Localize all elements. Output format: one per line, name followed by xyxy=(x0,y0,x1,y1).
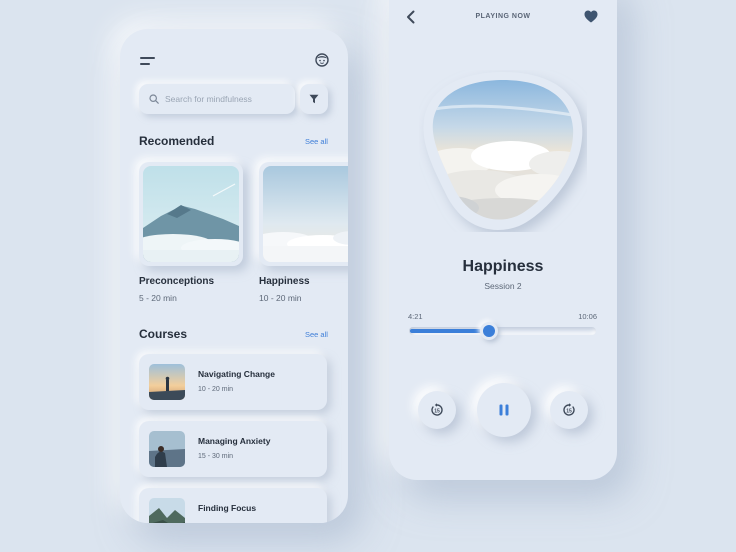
search-input[interactable] xyxy=(165,91,289,107)
progress-knob[interactable] xyxy=(480,322,499,340)
courses-see-all-link[interactable]: See all xyxy=(305,330,328,339)
happiness-card-duration: 10 - 20 min xyxy=(259,293,302,303)
course-item-managing-anxiety[interactable]: Managing Anxiety 15 - 30 min xyxy=(139,421,327,477)
navigating-change-title: Navigating Change xyxy=(198,369,275,379)
rewind-15-icon: 15 xyxy=(431,403,443,416)
forward-button[interactable]: 15 xyxy=(550,391,588,429)
courses-heading: Courses xyxy=(139,327,188,341)
happiness-image xyxy=(263,166,348,262)
course-item-navigating-change[interactable]: Navigating Change 10 - 20 min xyxy=(139,354,327,410)
track-title: Happiness xyxy=(462,258,544,275)
menu-icon[interactable] xyxy=(140,57,156,67)
filter-icon xyxy=(309,94,319,104)
playing-now-label: PLAYING NOW xyxy=(475,13,531,20)
progress-fill xyxy=(410,329,491,333)
recommended-card-happiness[interactable] xyxy=(259,162,348,266)
rewind-button[interactable]: 15 xyxy=(418,391,456,429)
managing-anxiety-title: Managing Anxiety xyxy=(198,436,271,446)
recommended-heading: Recomended xyxy=(139,134,215,148)
search-bar[interactable] xyxy=(139,84,295,114)
navigating-change-duration: 10 - 20 min xyxy=(198,386,234,393)
browse-screen: Recomended See all Preconceptions xyxy=(120,29,348,523)
finding-focus-thumbnail xyxy=(149,498,185,523)
pause-button[interactable] xyxy=(477,383,531,437)
finding-focus-title: Finding Focus xyxy=(198,503,257,513)
track-session: Session 2 xyxy=(484,281,522,291)
filter-button[interactable] xyxy=(300,84,328,114)
avatar-icon[interactable] xyxy=(315,53,329,67)
album-artwork xyxy=(423,72,583,230)
heart-icon[interactable] xyxy=(584,10,598,23)
progress-bar[interactable] xyxy=(409,322,596,340)
total-time: 10:06 xyxy=(578,312,597,321)
navigating-change-thumbnail xyxy=(149,364,185,400)
course-item-finding-focus[interactable]: Finding Focus xyxy=(139,488,327,523)
recommended-see-all-link[interactable]: See all xyxy=(305,137,328,146)
preconceptions-title: Preconceptions xyxy=(139,276,215,287)
preconceptions-image xyxy=(143,166,239,262)
elapsed-time: 4:21 xyxy=(408,312,423,321)
player-screen: PLAYING NOW Happiness Session 2 4:21 10:… xyxy=(389,0,617,480)
search-icon xyxy=(149,94,159,104)
managing-anxiety-thumbnail xyxy=(149,431,185,467)
pause-icon xyxy=(499,404,509,416)
happiness-card-title: Happiness xyxy=(259,276,310,287)
recommended-card-preconceptions[interactable] xyxy=(139,162,243,266)
svg-text:15: 15 xyxy=(566,409,572,415)
forward-15-icon: 15 xyxy=(563,403,575,416)
preconceptions-duration: 5 - 20 min xyxy=(139,293,177,303)
managing-anxiety-duration: 15 - 30 min xyxy=(198,453,234,460)
svg-text:15: 15 xyxy=(434,409,440,415)
